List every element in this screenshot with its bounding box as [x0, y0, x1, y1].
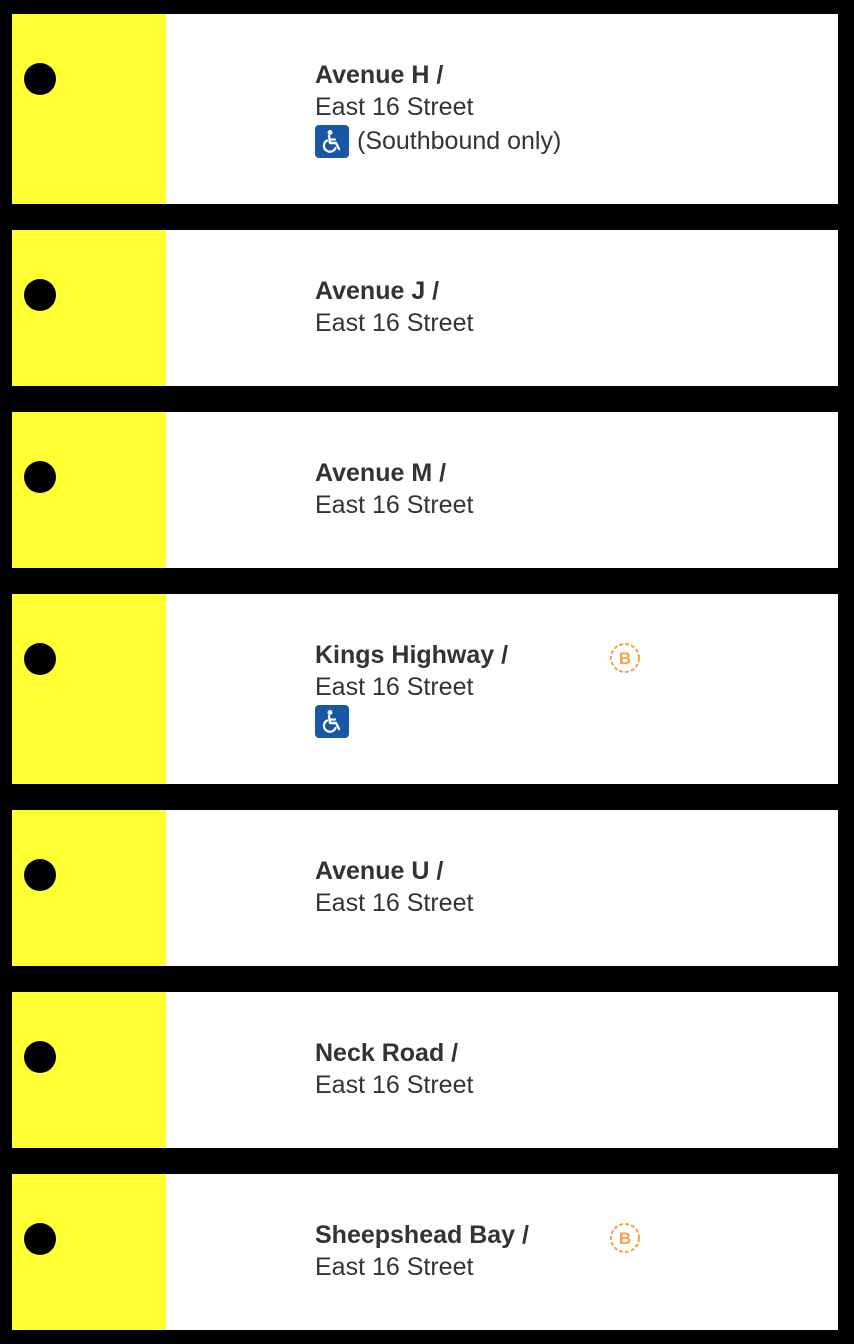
station-row: Avenue M / East 16 Street — [12, 412, 838, 568]
station-row: Sheepshead Bay / East 16 Street B — [12, 1174, 838, 1330]
svg-text:B: B — [619, 649, 631, 668]
station-stop-dot — [24, 63, 56, 95]
bus-transfer-icon: B — [609, 1222, 641, 1254]
accessibility-row: (Southbound only) — [315, 124, 562, 158]
station-info: Avenue H / East 16 Street (Southbound on… — [315, 59, 562, 158]
station-stop-dot — [24, 1041, 56, 1073]
station-row: Avenue H / East 16 Street (Southbound on… — [12, 14, 838, 204]
station-row: Kings Highway / East 16 Street B — [12, 594, 838, 784]
station-name[interactable]: Avenue J / — [315, 275, 473, 307]
station-cross-street: East 16 Street — [315, 309, 474, 337]
station-cross-street: East 16 Street — [315, 889, 474, 917]
station-cross-street: East 16 Street — [315, 93, 474, 121]
station-name[interactable]: Sheepshead Bay / — [315, 1219, 529, 1251]
station-name[interactable]: Avenue U / — [315, 855, 473, 887]
station-cross-street: East 16 Street — [315, 1071, 474, 1099]
station-info: Kings Highway / East 16 Street — [315, 639, 508, 738]
station-cross-street: East 16 Street — [315, 1253, 474, 1281]
station-name[interactable]: Avenue H / — [315, 59, 561, 91]
station-row: Avenue J / East 16 Street — [12, 230, 838, 386]
station-stop-dot — [24, 461, 56, 493]
station-row: Neck Road / East 16 Street — [12, 992, 838, 1148]
bus-transfer-icon: B — [609, 642, 641, 674]
station-stop-dot — [24, 279, 56, 311]
station-name[interactable]: Avenue M / — [315, 457, 473, 489]
station-info: Sheepshead Bay / East 16 Street — [315, 1219, 529, 1283]
station-stop-dot — [24, 643, 56, 675]
station-info: Avenue U / East 16 Street — [315, 855, 473, 919]
station-name[interactable]: Neck Road / — [315, 1037, 473, 1069]
station-cross-street: East 16 Street — [315, 673, 474, 701]
line-color-strip — [12, 594, 166, 784]
wheelchair-accessible-icon — [315, 124, 349, 158]
station-info: Avenue M / East 16 Street — [315, 457, 473, 521]
svg-text:B: B — [619, 1229, 631, 1248]
station-row: Avenue U / East 16 Street — [12, 810, 838, 966]
station-info: Avenue J / East 16 Street — [315, 275, 473, 339]
accessibility-row — [315, 704, 508, 738]
line-color-strip — [12, 14, 166, 204]
station-name[interactable]: Kings Highway / — [315, 639, 508, 671]
station-cross-street: East 16 Street — [315, 491, 474, 519]
accessibility-note: (Southbound only) — [357, 127, 562, 155]
wheelchair-accessible-icon — [315, 704, 349, 738]
station-stop-dot — [24, 1223, 56, 1255]
station-info: Neck Road / East 16 Street — [315, 1037, 473, 1101]
station-stop-dot — [24, 859, 56, 891]
